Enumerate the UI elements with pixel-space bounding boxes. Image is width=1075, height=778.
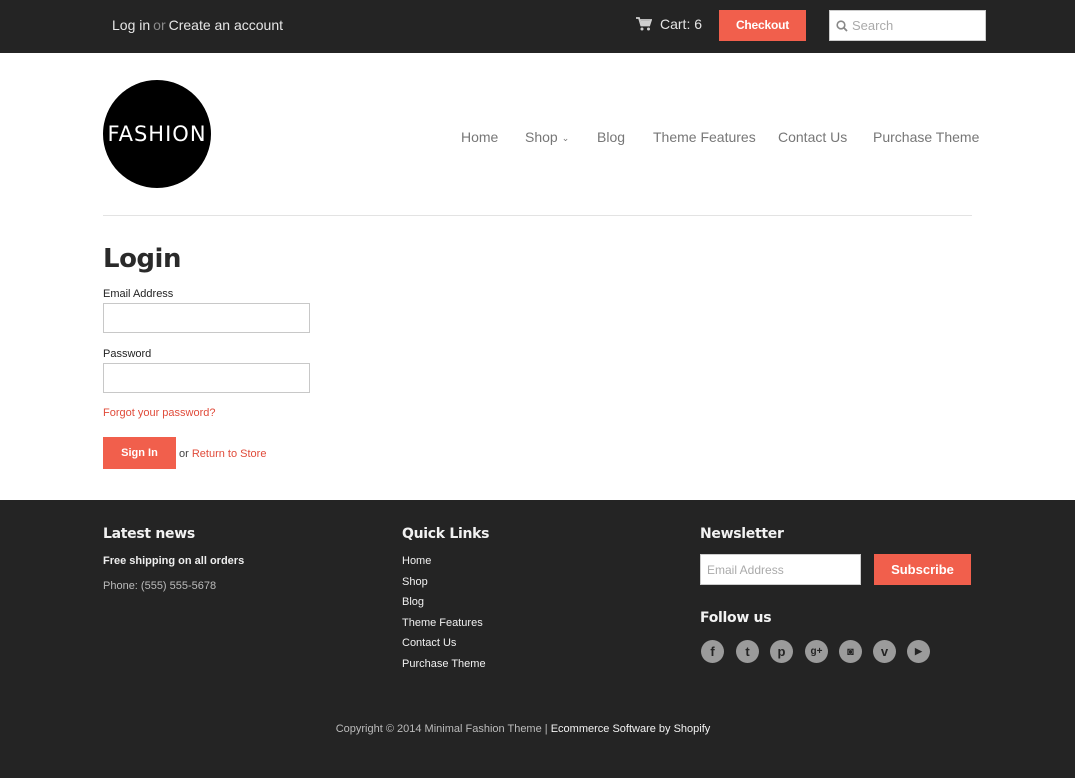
copyright: Copyright © 2014 Minimal Fashion Theme |…	[0, 723, 1046, 735]
email-label: Email Address	[103, 288, 174, 300]
nav-purchase-theme[interactable]: Purchase Theme	[873, 129, 979, 145]
search-icon	[836, 19, 848, 32]
news-headline: Free shipping on all orders	[103, 555, 245, 567]
vimeo-icon[interactable]: v	[873, 640, 896, 663]
page-title: Login	[103, 244, 181, 274]
header-divider	[103, 215, 972, 216]
instagram-icon[interactable]: ◙	[839, 640, 862, 663]
cart-icon	[636, 17, 652, 31]
news-phone: Phone: (555) 555-5678	[103, 580, 217, 592]
forgot-password-link[interactable]: Forgot your password?	[103, 407, 216, 419]
footer-link-theme-features[interactable]: Theme Features	[402, 617, 486, 638]
nav-theme-features[interactable]: Theme Features	[653, 129, 756, 145]
footer-link-purchase-theme[interactable]: Purchase Theme	[402, 658, 486, 679]
nav-contact-us[interactable]: Contact Us	[778, 129, 847, 145]
footer-link-shop[interactable]: Shop	[402, 576, 486, 597]
newsletter-heading: Newsletter	[700, 526, 784, 542]
login-link[interactable]: Log in	[112, 17, 150, 33]
footer-link-blog[interactable]: Blog	[402, 596, 486, 617]
top-bar: Log in or Create an account Cart: 6 Checko…	[0, 0, 1075, 53]
password-label: Password	[103, 348, 152, 360]
youtube-icon[interactable]: ▶	[907, 640, 930, 663]
or-text: or	[153, 17, 166, 33]
cart-label: Cart: 6	[660, 16, 703, 32]
or-text: or	[179, 448, 189, 460]
chevron-down-icon: ⌄	[561, 133, 570, 143]
create-account-link[interactable]: Create an account	[169, 17, 283, 33]
nav-blog[interactable]: Blog	[597, 129, 625, 145]
return-to-store-link[interactable]: Return to Store	[192, 448, 267, 460]
subscribe-button[interactable]: Subscribe	[874, 554, 971, 585]
quick-links-list: Home Shop Blog Theme Features Contact Us…	[402, 555, 486, 678]
pinterest-icon[interactable]: p	[770, 640, 793, 663]
quick-links-heading: Quick Links	[402, 526, 490, 542]
logo[interactable]: FASHION	[103, 80, 211, 188]
follow-us-heading: Follow us	[700, 610, 772, 626]
twitter-icon[interactable]: t	[736, 640, 759, 663]
footer: Latest news Free shipping on all orders …	[0, 500, 1075, 778]
latest-news-heading: Latest news	[103, 526, 195, 542]
shopify-link[interactable]: Ecommerce Software by Shopify	[551, 723, 711, 735]
footer-link-home[interactable]: Home	[402, 555, 486, 576]
newsletter-email-field[interactable]	[700, 554, 861, 585]
cart-link[interactable]: Cart: 6	[636, 16, 702, 32]
search-box[interactable]	[829, 10, 986, 41]
email-field[interactable]	[103, 303, 310, 333]
return-line: or Return to Store	[179, 448, 266, 460]
google-plus-icon[interactable]: g+	[805, 640, 828, 663]
sign-in-button[interactable]: Sign In	[103, 437, 176, 469]
search-input[interactable]	[852, 18, 972, 33]
copyright-text: Copyright © 2014 Minimal Fashion Theme |	[335, 723, 548, 735]
facebook-icon[interactable]: f	[701, 640, 724, 663]
footer-link-contact-us[interactable]: Contact Us	[402, 637, 486, 658]
nav-shop[interactable]: Shop ⌄	[525, 129, 569, 145]
account-links: Log in or Create an account	[112, 17, 283, 33]
password-field[interactable]	[103, 363, 310, 393]
nav-home[interactable]: Home	[461, 129, 498, 145]
checkout-button[interactable]: Checkout	[719, 10, 806, 41]
nav-shop-label: Shop	[525, 129, 558, 145]
